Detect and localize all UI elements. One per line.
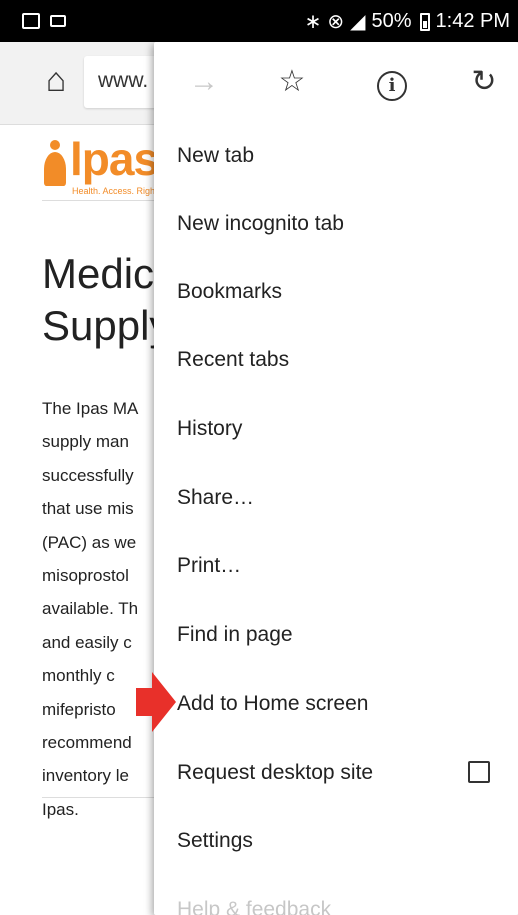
menu-item-settings[interactable]: Settings [154, 807, 518, 875]
logo-tagline: Health. Access. Rights. [72, 186, 165, 196]
red-arrow-icon [136, 672, 176, 732]
bluetooth-icon: ∗ [304, 11, 322, 33]
menu-icon-row: → ☆ i ↻ [154, 42, 518, 122]
desktop-site-checkbox[interactable] [468, 761, 490, 783]
menu-item-help-feedback[interactable]: Help & feedback [154, 876, 518, 915]
app-notification-icon [50, 15, 66, 27]
menu-item-find-in-page[interactable]: Find in page [154, 601, 518, 669]
status-bar: ∗ ⊗ ◢ 50% 1:42 PM [0, 0, 518, 42]
gallery-notification-icon [22, 13, 40, 29]
reload-icon[interactable]: ↻ [464, 62, 504, 102]
bookmark-star-icon[interactable]: ☆ [272, 62, 312, 102]
url-text: www. [98, 69, 149, 92]
system-status: ∗ ⊗ ◢ 50% 1:42 PM [305, 9, 510, 34]
menu-item-share[interactable]: Share… [154, 464, 518, 532]
signal-icon: ◢ [350, 11, 366, 33]
menu-item-history[interactable]: History [154, 395, 518, 463]
menu-item-new-tab[interactable]: New tab [154, 122, 518, 190]
menu-item-new-incognito-tab[interactable]: New incognito tab [154, 190, 518, 258]
mute-icon: ⊗ [327, 11, 345, 33]
overflow-menu: → ☆ i ↻ New tab New incognito tab Bookma… [154, 42, 518, 915]
forward-icon[interactable]: → [184, 62, 224, 102]
notification-icons [22, 13, 66, 29]
logo-wordmark: lpas [70, 133, 159, 185]
battery-percent: 50% [371, 10, 412, 32]
logo-figure-icon [42, 140, 68, 190]
menu-item-bookmarks[interactable]: Bookmarks [154, 258, 518, 326]
home-icon[interactable]: ⌂ [36, 60, 76, 100]
menu-item-recent-tabs[interactable]: Recent tabs [154, 326, 518, 394]
menu-item-print[interactable]: Print… [154, 532, 518, 600]
menu-item-add-to-home-screen[interactable]: Add to Home screen [154, 670, 518, 738]
menu-item-request-desktop-site[interactable]: Request desktop site [154, 739, 518, 807]
page-info-icon[interactable]: i [372, 62, 412, 102]
battery-icon [419, 12, 430, 31]
clock: 1:42 PM [435, 10, 510, 32]
